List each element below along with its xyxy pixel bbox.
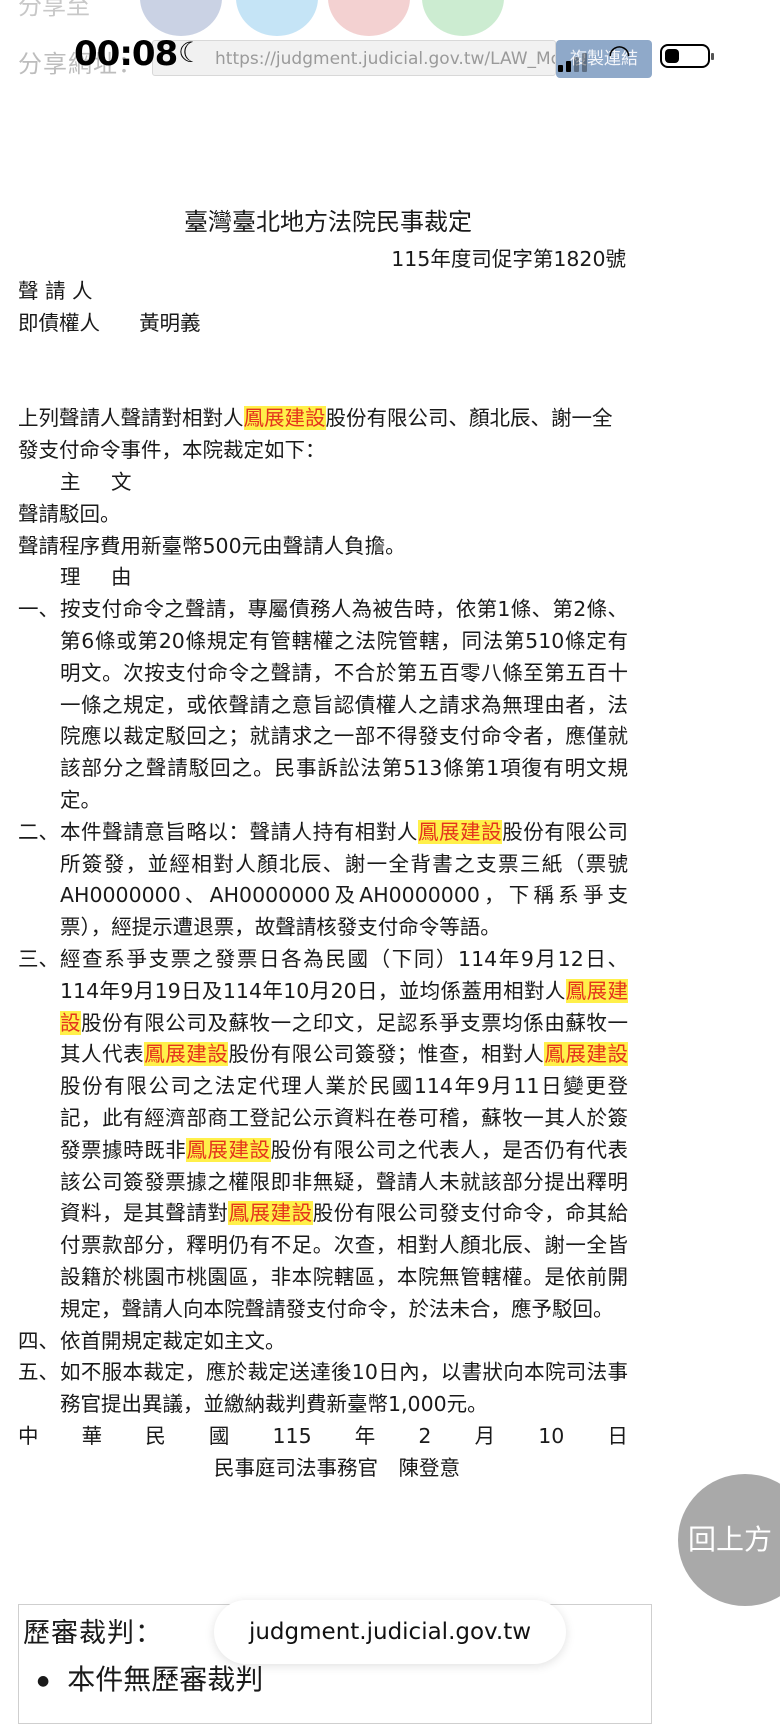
main-item-2: 聲請程序費用新臺幣500元由聲請人負擔。 [18, 533, 406, 558]
line-share-icon[interactable] [422, 0, 504, 36]
judgment-document: 臺灣臺北地方法院民事裁定 115年度司促字第1820號 聲 請 人 即債權人 黃… [18, 200, 629, 1484]
browser-domain-pill[interactable]: judgment.judicial.gov.tw [214, 1600, 566, 1664]
applicant-label: 聲 請 人 [18, 278, 93, 303]
reason-item-3: 三、 經查系爭支票之發票日各為民國（下同）114年9月12日、114年9月19日… [18, 946, 629, 1321]
reason-item-1: 一、 按支付命令之聲請，專屬債務人為被告時，依第1條、第2條、第6條或第20條規… [18, 597, 628, 812]
case-number: 115年度司促字第1820號 [391, 247, 626, 271]
reason-item-5: 五、 如不服本裁定，應於裁定送達後10日內，以書狀向本院司法事務官提出異議，並繳… [18, 1360, 628, 1417]
reason-heading: 理 由 [60, 565, 144, 590]
ruling-date: 中華民國 115 年 2 月 10 日 [18, 1423, 628, 1448]
main-heading: 主 文 [60, 469, 144, 494]
focus-moon-icon: ☾ [178, 36, 204, 69]
creditor-label: 即債權人 [18, 310, 100, 335]
highlight-company: 鳳展建設 [186, 1137, 271, 1162]
back-to-top-button[interactable]: 回上方 [678, 1474, 780, 1606]
status-time: 00:08 [74, 34, 178, 74]
wifi-icon: ◠ [608, 40, 631, 70]
facebook-share-icon[interactable] [140, 0, 222, 36]
intro-paragraph: 上列聲請人聲請對相對人鳳展建設股份有限公司、顏北辰、謝一全發支付命令事件，本院裁… [18, 406, 613, 463]
cellular-signal-icon [558, 52, 588, 72]
reason-item-2: 二、 本件聲請意旨略以：聲請人持有相對人鳳展建設股份有限公司所簽發，並經相對人顏… [18, 819, 629, 940]
highlight-company: 鳳展建設 [228, 1201, 313, 1226]
creditor-name: 黃明義 [139, 310, 201, 335]
main-item-1: 聲請駁回。 [18, 501, 121, 526]
highlight-company: 鳳展建設 [243, 406, 326, 431]
history-item: 本件無歷審裁判 [23, 1658, 651, 1698]
highlight-company: 鳳展建設 [417, 819, 503, 844]
share-heading: 分享至 [18, 0, 90, 20]
creditor-line: 即債權人 黃明義 [18, 308, 628, 340]
highlight-company: 鳳展建設 [544, 1042, 629, 1067]
signature-line: 民事庭司法事務官 陳登意 [214, 1455, 460, 1480]
court-title: 臺灣臺北地方法院民事裁定 [184, 208, 472, 236]
plurk-share-icon[interactable] [328, 0, 410, 36]
reason-item-4: 四、 依首開規定裁定如主文。 [18, 1328, 286, 1353]
highlight-company: 鳳展建設 [144, 1042, 229, 1067]
share-url-field[interactable]: https://judgment.judicial.gov.tw/LAW_Mob… [152, 40, 556, 76]
twitter-share-icon[interactable] [236, 0, 318, 36]
battery-icon [660, 44, 714, 68]
